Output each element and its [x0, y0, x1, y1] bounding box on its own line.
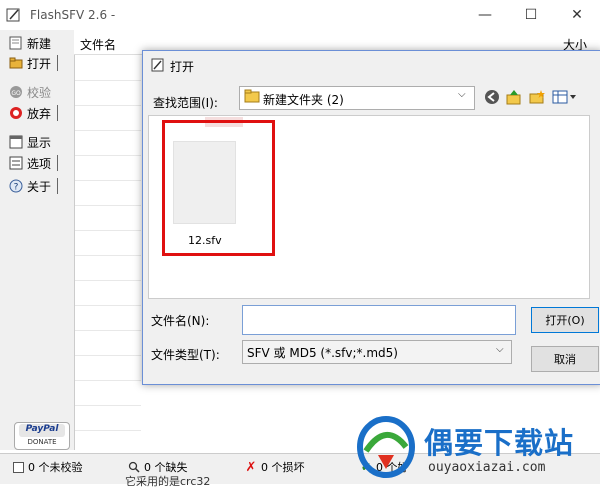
sidebar-item-label: 校验 — [27, 85, 52, 100]
list-row-line — [75, 355, 141, 356]
paypal-donate-button[interactable]: PayPal DONATE — [14, 422, 70, 450]
partial-caption-text: 它采用的是crc32 — [125, 475, 211, 488]
list-row-line — [75, 155, 141, 156]
sidebar-item-label: 选项 — [27, 156, 52, 171]
search-icon — [128, 461, 140, 473]
list-row-line — [75, 105, 141, 106]
watermark-logo — [357, 416, 415, 478]
list-row-line — [75, 380, 141, 381]
sidebar-item-label: 新建 — [27, 36, 52, 51]
sidebar-item-new[interactable]: 新建 — [8, 33, 51, 53]
list-row-line — [75, 305, 141, 306]
minimize-button[interactable]: — — [462, 0, 508, 30]
list-row-line — [75, 280, 141, 281]
filename-input[interactable] — [242, 305, 516, 335]
error-x-icon: ✗ — [245, 459, 257, 475]
svg-text:?: ? — [14, 183, 19, 193]
window-title: FlashSFV 2.6 - — [30, 8, 116, 22]
open-button[interactable]: 打开(O) — [531, 307, 599, 333]
separator — [57, 155, 59, 171]
sidebar-item-label: 打开 — [27, 56, 52, 71]
list-row-line — [75, 130, 141, 131]
dialog-app-icon — [151, 58, 164, 72]
paypal-logo: PayPal — [19, 424, 65, 437]
status-unchecked-text: 0 个未校验 — [28, 461, 83, 474]
close-button[interactable]: ✕ — [554, 0, 600, 30]
sidebar-item-open[interactable]: 打开 — [8, 53, 59, 73]
list-row-line — [75, 430, 141, 431]
open-folder-icon — [8, 55, 24, 71]
flashsfv-app-icon — [6, 8, 20, 22]
status-damaged-text: 0 个损坏 — [261, 461, 305, 474]
chevron-down-icon[interactable]: ⌵ — [496, 344, 504, 355]
separator — [57, 178, 59, 194]
list-row-line — [75, 230, 141, 231]
sidebar-item-label: 显示 — [27, 135, 52, 150]
svg-text:GO: GO — [11, 90, 21, 97]
display-icon — [8, 134, 24, 150]
donate-label: DONATE — [27, 438, 57, 446]
dialog-title: 打开 — [170, 60, 195, 74]
maximize-button[interactable]: ☐ — [508, 0, 554, 30]
list-row-line — [75, 405, 141, 406]
sidebar-item-display[interactable]: 显示 — [8, 132, 51, 152]
sidebar-item-label: 关于 — [27, 179, 52, 194]
column-header-filename[interactable]: 文件名 — [80, 36, 116, 53]
filetype-value: SFV 或 MD5 (*.sfv;*.md5) — [247, 346, 398, 360]
sidebar: 新建 打开 GO 校验 放弃 显示 选项 ? 关于 — [0, 30, 75, 450]
sidebar-item-label: 放弃 — [27, 106, 52, 121]
options-icon — [8, 155, 24, 171]
list-row-line — [75, 330, 141, 331]
back-icon[interactable] — [483, 88, 501, 106]
sidebar-item-about[interactable]: ? 关于 — [8, 176, 59, 196]
watermark-url: ouyaoxiazai.com — [428, 460, 546, 475]
status-damaged: ✗ 0 个损坏 — [245, 459, 305, 475]
red-highlight-box — [162, 120, 275, 256]
unchecked-icon — [12, 461, 24, 473]
stop-icon — [8, 105, 24, 121]
folder-icon — [244, 89, 260, 103]
list-row-line — [75, 255, 141, 256]
sidebar-item-verify[interactable]: GO 校验 — [8, 82, 51, 102]
list-row-line — [75, 80, 141, 81]
list-row-line — [75, 180, 141, 181]
lookin-value: 新建文件夹 (2) — [263, 93, 344, 107]
go-icon: GO — [8, 84, 24, 100]
view-menu-icon[interactable] — [551, 88, 577, 106]
watermark-site-name: 偶要下载站 — [424, 426, 575, 460]
cancel-button[interactable]: 取消 — [531, 346, 599, 372]
separator — [57, 55, 59, 71]
sidebar-item-options[interactable]: 选项 — [8, 153, 59, 173]
chevron-down-icon[interactable]: ⌵ — [458, 89, 466, 100]
new-document-icon — [8, 35, 24, 51]
new-folder-icon[interactable] — [528, 88, 546, 106]
up-folder-icon[interactable] — [505, 88, 523, 106]
lookin-label: 查找范围(I): — [153, 96, 218, 110]
separator — [57, 105, 59, 121]
filename-label: 文件名(N): — [151, 314, 210, 328]
help-icon: ? — [8, 178, 24, 194]
sidebar-item-abort[interactable]: 放弃 — [8, 103, 59, 123]
filetype-label: 文件类型(T): — [151, 348, 220, 362]
status-unchecked: 0 个未校验 — [12, 459, 83, 475]
list-row-line — [75, 205, 141, 206]
